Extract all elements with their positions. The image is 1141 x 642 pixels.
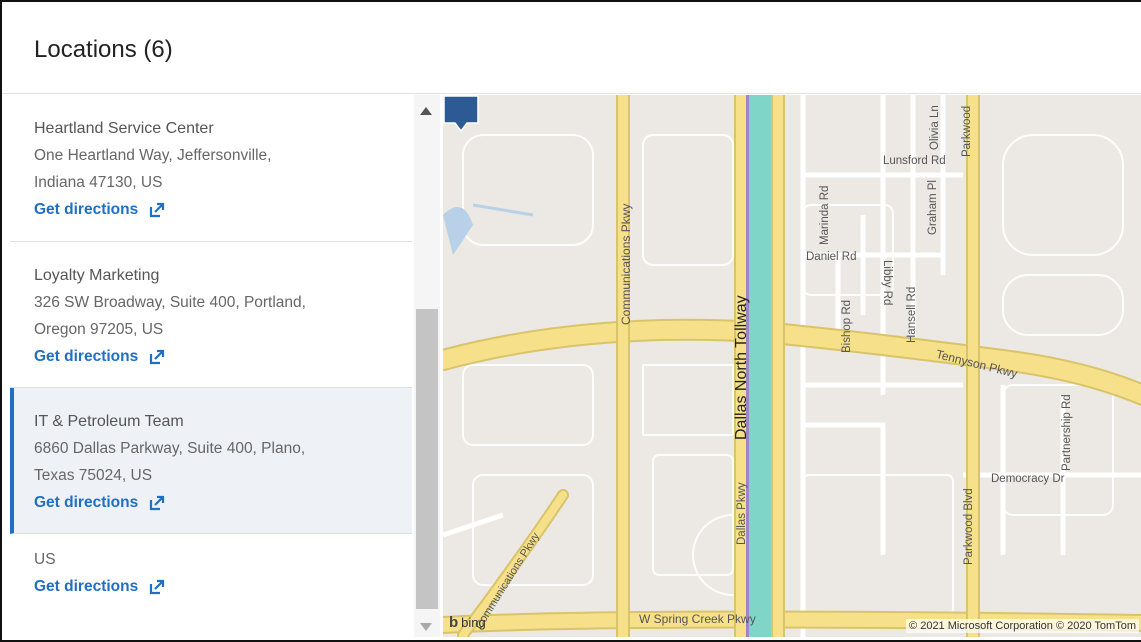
map-label-partnership-rd: Partnership Rd xyxy=(1061,394,1073,471)
bing-logo: b bing xyxy=(449,614,486,631)
get-directions-link[interactable]: Get directions xyxy=(34,196,166,224)
location-address-line2: Texas 75024, US xyxy=(34,467,153,484)
get-directions-label: Get directions xyxy=(34,348,139,365)
bing-logo-text: bing xyxy=(461,615,486,630)
map-label-democracy-dr: Democracy Dr xyxy=(991,473,1065,485)
list-scrollbar[interactable] xyxy=(414,95,440,637)
map-label-w-spring-creek-pkwy: W Spring Creek Pkwy xyxy=(639,612,756,626)
locations-widget: Locations (6) Heartland Service Center O… xyxy=(0,0,1141,642)
location-address-line1: 326 SW Broadway, Suite 400, Portland, xyxy=(34,294,306,311)
map-label-libby-rd: Libby Rd xyxy=(881,260,893,306)
location-name: Heartland Service Center xyxy=(34,120,214,137)
get-directions-link[interactable]: Get directions xyxy=(34,573,166,601)
external-link-icon xyxy=(150,495,165,511)
location-pin-icon[interactable] xyxy=(443,95,479,137)
map-label-bishop-rd: Bishop Rd xyxy=(841,299,853,353)
location-address-line1: US xyxy=(34,551,56,568)
location-item[interactable]: US Get directions xyxy=(10,534,412,637)
get-directions-link[interactable]: Get directions xyxy=(34,343,166,371)
location-address-line1: One Heartland Way, Jeffersonville, xyxy=(34,147,272,164)
location-item-selected[interactable]: IT & Petroleum Team 6860 Dallas Parkway,… xyxy=(10,388,412,534)
map-label-dallas-pkwy: Dallas Pkwy xyxy=(736,482,748,545)
header: Locations (6) xyxy=(2,2,1141,94)
map-label-communications-pkwy: Communications Pkwy xyxy=(619,203,633,325)
scroll-down-arrow-icon[interactable] xyxy=(420,623,432,631)
map-roads xyxy=(443,95,1141,637)
map-view[interactable]: Dallas North Tollway Communications Pkwy… xyxy=(443,95,1141,637)
map-label-parkwood: Parkwood xyxy=(961,105,973,157)
map-label-marinda-rd: Marinda Rd xyxy=(819,185,831,245)
get-directions-label: Get directions xyxy=(34,201,139,218)
external-link-icon xyxy=(150,202,165,218)
location-item[interactable]: Loyalty Marketing 326 SW Broadway, Suite… xyxy=(10,242,412,388)
map-label-tollway: Dallas North Tollway xyxy=(733,295,750,440)
external-link-icon xyxy=(150,349,165,365)
map-label-olivia-ln: Olivia Ln xyxy=(929,105,941,150)
scroll-up-arrow-icon[interactable] xyxy=(420,107,432,115)
map-label-lunsford-rd: Lunsford Rd xyxy=(883,155,946,167)
page-title: Locations (6) xyxy=(34,36,173,63)
location-address-line2: Oregon 97205, US xyxy=(34,321,164,338)
get-directions-label: Get directions xyxy=(34,578,139,595)
location-address-line2: Indiana 47130, US xyxy=(34,174,163,191)
location-address-line1: 6860 Dallas Parkway, Suite 400, Plano, xyxy=(34,440,306,457)
map-copyright: © 2021 Microsoft Corporation © 2020 TomT… xyxy=(906,619,1139,633)
external-link-icon xyxy=(150,579,165,595)
location-name: Loyalty Marketing xyxy=(34,267,160,284)
map-label-graham-pl: Graham Pl xyxy=(927,180,939,235)
locations-list[interactable]: Heartland Service Center One Heartland W… xyxy=(10,95,412,637)
get-directions-label: Get directions xyxy=(34,494,139,511)
map-label-daniel-rd: Daniel Rd xyxy=(806,251,857,263)
scroll-thumb[interactable] xyxy=(416,309,438,609)
bing-b-icon: b xyxy=(449,614,459,631)
location-item[interactable]: Heartland Service Center One Heartland W… xyxy=(10,95,412,242)
location-name: IT & Petroleum Team xyxy=(34,413,184,430)
get-directions-link[interactable]: Get directions xyxy=(34,489,166,517)
map-label-hansell-rd: Hansell Rd xyxy=(906,286,918,343)
map-label-parkwood-blvd: Parkwood Blvd xyxy=(963,488,975,565)
